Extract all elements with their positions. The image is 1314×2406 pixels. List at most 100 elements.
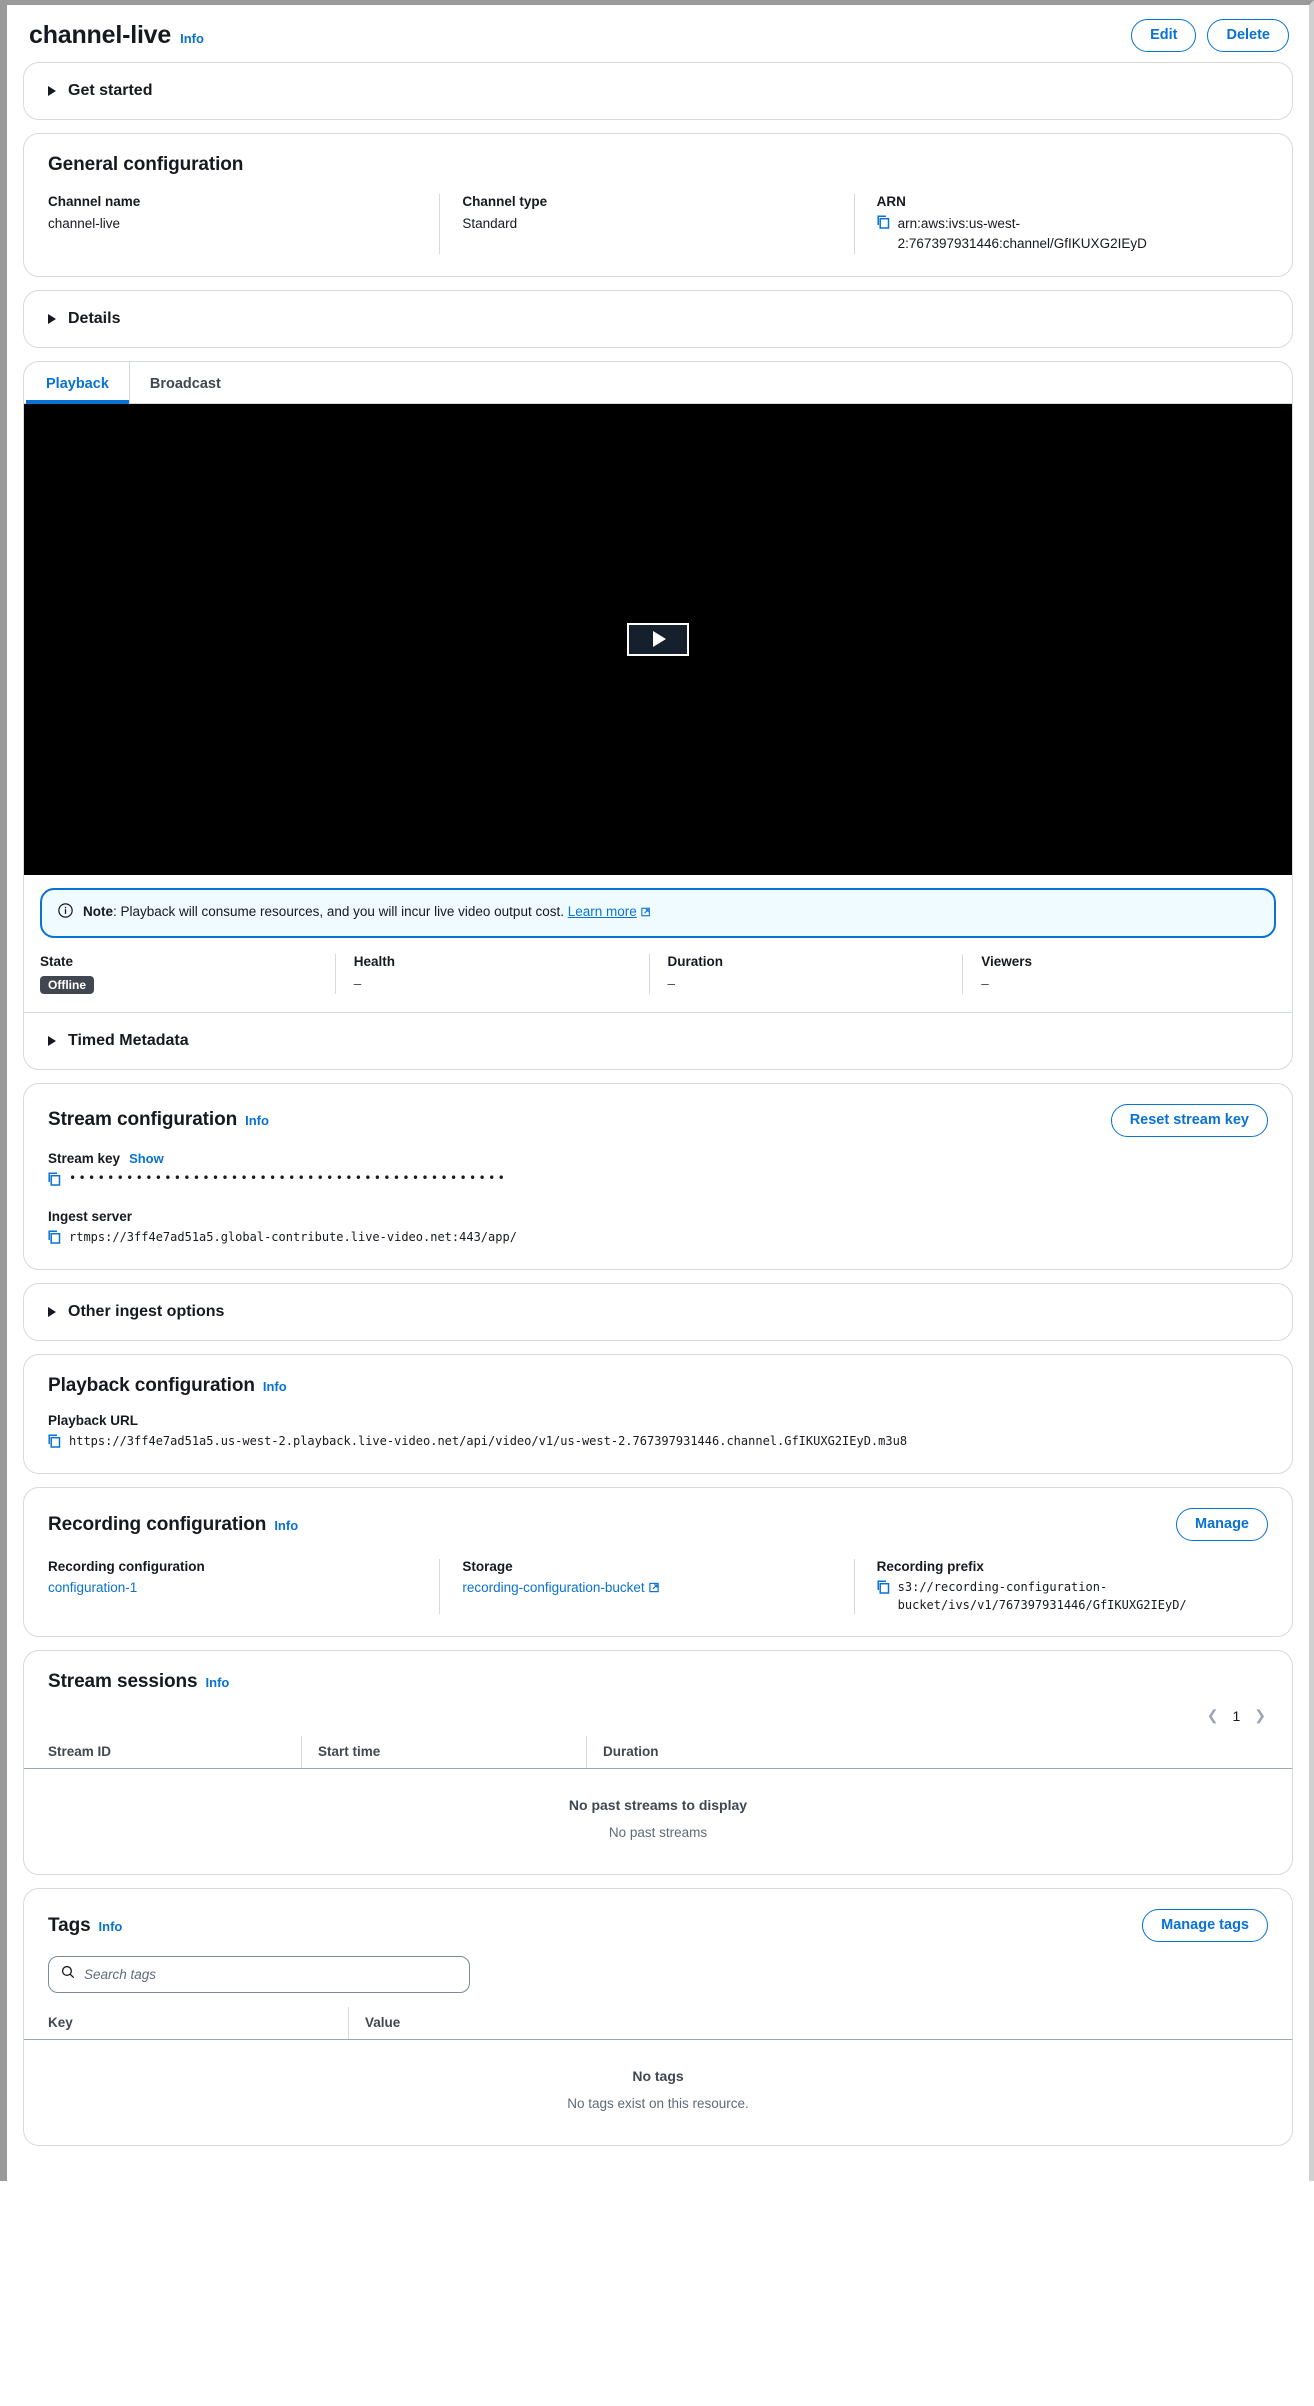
column-duration: Duration [586, 1736, 1268, 1768]
tags-title-group: Tags Info [48, 1915, 122, 1937]
chevron-right-icon [48, 86, 56, 96]
pagination-page-1[interactable]: 1 [1232, 1708, 1240, 1724]
arn-field: ARN arn:aws:ivs:us-west-2:767397931446:c… [854, 194, 1268, 253]
metric-health-label: Health [354, 954, 631, 969]
play-icon [653, 631, 666, 647]
delete-button[interactable]: Delete [1207, 19, 1289, 52]
recording-prefix-label: Recording prefix [877, 1559, 1246, 1574]
stream-sessions-table-header: Stream ID Start time Duration [24, 1736, 1292, 1769]
stream-configuration-info-link[interactable]: Info [245, 1113, 269, 1128]
metric-state-label: State [40, 954, 317, 969]
tags-search-box[interactable] [48, 1956, 470, 1993]
show-stream-key-link[interactable]: Show [129, 1151, 164, 1166]
copy-icon[interactable] [877, 215, 890, 234]
stream-metrics: State Offline Health – Duration – Viewer… [24, 938, 1292, 1012]
playback-cost-alert: Note: Playback will consume resources, a… [40, 888, 1276, 938]
tags-info-link[interactable]: Info [99, 1919, 123, 1934]
tags-header: Tags Info Manage tags [24, 1889, 1292, 1946]
playback-configuration-header: Playback configuration Info [24, 1355, 1292, 1401]
playback-configuration-container: Playback configuration Info Playback URL… [23, 1354, 1293, 1474]
recording-prefix-field: Recording prefix s3://recording-configur… [854, 1559, 1268, 1614]
search-tags-input[interactable] [84, 1967, 457, 1982]
playback-configuration-info-link[interactable]: Info [263, 1379, 287, 1394]
copy-icon[interactable] [48, 1434, 61, 1453]
stream-sessions-pagination: ❮ 1 ❯ [24, 1697, 1292, 1736]
chevron-right-icon [48, 1036, 56, 1046]
metric-viewers-label: Viewers [981, 954, 1258, 969]
recording-configuration-header: Recording configuration Info Manage [24, 1488, 1292, 1545]
stream-key-label: Stream key [48, 1151, 120, 1166]
tabbar: Playback Broadcast [24, 362, 1292, 404]
details-label: Details [68, 310, 120, 328]
tags-title: Tags [48, 1915, 91, 1937]
metric-state: State Offline [40, 954, 335, 994]
metric-health-value: – [354, 976, 631, 991]
manage-recording-button[interactable]: Manage [1176, 1508, 1268, 1541]
metric-viewers-value: – [981, 976, 1258, 991]
ingest-server-value: rtmps://3ff4e7ad51a5.global-contribute.l… [69, 1229, 517, 1246]
external-link-icon [649, 1580, 660, 1598]
recording-config-label: Recording configuration [48, 1559, 417, 1574]
search-icon [61, 1965, 75, 1984]
get-started-toggle[interactable]: Get started [24, 63, 1292, 119]
other-ingest-options-label: Other ingest options [68, 1303, 224, 1321]
timed-metadata-label: Timed Metadata [68, 1032, 189, 1050]
timed-metadata-toggle[interactable]: Timed Metadata [24, 1012, 1292, 1069]
channel-type-label: Channel type [462, 194, 831, 209]
playback-configuration-title: Playback configuration [48, 1375, 255, 1397]
copy-icon[interactable] [48, 1230, 61, 1249]
playback-configuration-title-group: Playback configuration Info [48, 1375, 287, 1397]
channel-type-field: Channel type Standard [439, 194, 853, 253]
ingest-server-row: rtmps://3ff4e7ad51a5.global-contribute.l… [48, 1229, 1268, 1249]
manage-tags-button[interactable]: Manage tags [1142, 1909, 1268, 1942]
reset-stream-key-button[interactable]: Reset stream key [1111, 1104, 1268, 1137]
storage-label: Storage [462, 1559, 831, 1574]
other-ingest-options-container: Other ingest options [23, 1283, 1293, 1341]
get-started-container: Get started [23, 62, 1293, 120]
recording-config-field: Recording configuration configuration-1 [48, 1559, 439, 1614]
recording-configuration-title-group: Recording configuration Info [48, 1514, 298, 1536]
alert-prefix: Note [83, 904, 113, 919]
playback-tabs-container: Playback Broadcast Note: Playback will c… [23, 361, 1293, 1070]
stream-sessions-title: Stream sessions [48, 1671, 198, 1693]
edit-button[interactable]: Edit [1131, 19, 1196, 52]
arn-copy-row: arn:aws:ivs:us-west-2:767397931446:chann… [877, 214, 1246, 253]
metric-viewers: Viewers – [962, 954, 1276, 994]
stream-key-row: ••••••••••••••••••••••••••••••••••••••••… [48, 1171, 1268, 1191]
status-badge: Offline [40, 976, 317, 994]
stream-key-block: Stream key Show ••••••••••••••••••••••••… [48, 1151, 1268, 1191]
recording-configuration-info-link[interactable]: Info [274, 1518, 298, 1533]
video-player[interactable] [24, 404, 1292, 875]
recording-config-link[interactable]: configuration-1 [48, 1580, 137, 1595]
storage-bucket-link[interactable]: recording-configuration-bucket [462, 1580, 644, 1595]
copy-icon[interactable] [48, 1172, 61, 1191]
column-stream-id: Stream ID [48, 1736, 301, 1768]
tab-broadcast[interactable]: Broadcast [129, 362, 241, 403]
metric-duration-label: Duration [668, 954, 945, 969]
stream-sessions-info-link[interactable]: Info [206, 1675, 230, 1690]
details-toggle[interactable]: Details [24, 291, 1292, 347]
arn-label: ARN [877, 194, 1246, 209]
channel-name-field: Channel name channel-live [48, 194, 439, 253]
stream-sessions-empty-sub: No past streams [24, 1825, 1292, 1840]
external-link-icon [641, 904, 651, 923]
tab-playback[interactable]: Playback [26, 362, 129, 403]
stream-configuration-title: Stream configuration [48, 1109, 237, 1131]
pagination-prev-button[interactable]: ❮ [1207, 1707, 1219, 1724]
page-root: channel-live Info Edit Delete Get starte… [7, 5, 1309, 2146]
pagination-next-button[interactable]: ❯ [1254, 1707, 1266, 1724]
metric-duration: Duration – [649, 954, 963, 994]
channel-type-value: Standard [462, 214, 831, 234]
metric-duration-value: – [668, 976, 945, 991]
general-configuration-header: General configuration [24, 134, 1292, 180]
header-info-link[interactable]: Info [180, 31, 204, 46]
channel-name-value: channel-live [48, 214, 417, 234]
play-button[interactable] [627, 623, 689, 656]
copy-icon[interactable] [877, 1580, 890, 1599]
general-configuration-title-group: General configuration [48, 154, 243, 176]
page-title: channel-live [29, 21, 171, 50]
tags-table-header: Key Value [24, 2007, 1292, 2040]
recording-prefix-row: s3://recording-configuration-bucket/ivs/… [877, 1579, 1246, 1614]
other-ingest-options-toggle[interactable]: Other ingest options [24, 1284, 1292, 1340]
learn-more-link[interactable]: Learn more [568, 904, 637, 919]
